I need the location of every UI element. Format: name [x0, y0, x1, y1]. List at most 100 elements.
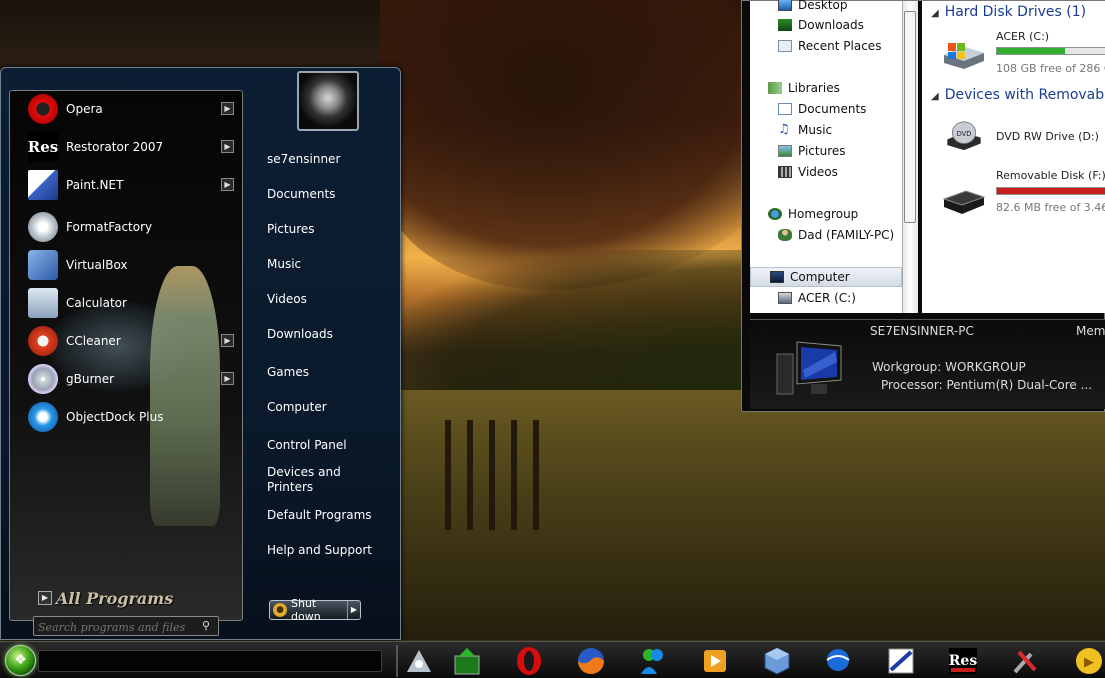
details-pane: SE7ENSINNER-PC Mem Workgroup: WORKGROUP …	[750, 319, 1105, 409]
paintnet-icon	[28, 170, 58, 200]
nav-label: Homegroup	[788, 207, 859, 221]
restorator-icon-text: Res	[27, 138, 59, 156]
place-devices-and-printers[interactable]: Devices and Printers	[267, 465, 341, 495]
collapse-triangle-icon: ◢	[931, 8, 939, 19]
place-default-programs[interactable]: Default Programs	[267, 508, 372, 523]
submenu-arrow-icon[interactable]: ▶	[221, 334, 234, 347]
programs-pane: Opera ▶ Res Restorator 2007 ▶ Paint.NET …	[9, 90, 243, 636]
search-programs-input[interactable]	[33, 616, 219, 636]
program-label: Calculator	[66, 296, 127, 310]
restorator-icon[interactable]: Res	[944, 645, 982, 677]
svg-text:▶: ▶	[1084, 655, 1094, 670]
nav-label: Dad (FAMILY-PC)	[798, 228, 895, 242]
program-ccleaner[interactable]: CCleaner ▶	[28, 323, 234, 359]
all-programs-button[interactable]: ▶ All Programs	[38, 585, 228, 611]
music-icon: ♫	[778, 122, 790, 137]
dvd-drive-icon: DVD	[947, 121, 981, 151]
nav-documents[interactable]: Documents	[778, 102, 866, 116]
user-icon	[778, 229, 792, 241]
opera-icon[interactable]	[510, 645, 548, 677]
paintnet-icon[interactable]	[882, 645, 920, 677]
dvd-icon-text: DVD	[957, 130, 972, 138]
place-computer[interactable]: Computer	[267, 400, 327, 415]
hard-drive-icon	[944, 43, 984, 69]
media-player-icon[interactable]	[696, 645, 734, 677]
program-label: CCleaner	[66, 334, 121, 348]
submenu-arrow-icon[interactable]: ▶	[221, 140, 234, 153]
program-objectdock[interactable]: ObjectDock Plus	[28, 399, 233, 435]
nav-scrollbar-thumb[interactable]	[904, 11, 916, 223]
playstation-icon[interactable]: ▶	[1068, 645, 1105, 677]
program-opera[interactable]: Opera ▶	[28, 91, 234, 127]
drive-usage-fill	[997, 188, 1105, 194]
place-pictures[interactable]: Pictures	[267, 222, 315, 237]
download-manager-icon[interactable]	[448, 645, 486, 677]
nav-libraries[interactable]: Libraries	[768, 81, 840, 95]
program-restorator[interactable]: Res Restorator 2007 ▶	[27, 129, 234, 165]
submenu-arrow-icon[interactable]: ▶	[221, 102, 234, 115]
taskbar-task-area[interactable]	[38, 650, 382, 672]
program-paintnet[interactable]: Paint.NET ▶	[28, 167, 234, 203]
computer-name: SE7ENSINNER-PC	[870, 324, 974, 338]
place-music[interactable]: Music	[267, 257, 301, 272]
nav-pictures[interactable]: Pictures	[778, 144, 846, 158]
shutdown-options-arrow-icon[interactable]: ▶	[347, 601, 360, 619]
drive-free-space: 82.6 MB free of 3.46 G	[996, 201, 1105, 214]
place-user-folder[interactable]: se7ensinner	[267, 152, 340, 167]
firefox-icon[interactable]	[572, 645, 610, 677]
program-calculator[interactable]: Calculator	[28, 285, 233, 321]
drive-usage-fill	[997, 48, 1066, 54]
nav-music[interactable]: ♫ Music	[778, 123, 832, 137]
homegroup-icon	[768, 208, 782, 220]
drive-name: Removable Disk (F:)	[996, 169, 1105, 182]
nav-dad-family-pc[interactable]: Dad (FAMILY-PC)	[778, 228, 894, 242]
nav-label: Documents	[798, 102, 867, 116]
place-games[interactable]: Games	[267, 365, 309, 380]
launcher-icon[interactable]	[400, 645, 438, 677]
drive-icon	[778, 292, 792, 304]
program-label: Paint.NET	[66, 178, 124, 192]
workgroup-label: Workgroup:	[872, 360, 942, 374]
nav-videos[interactable]: Videos	[778, 165, 838, 179]
globe-search-icon[interactable]	[820, 645, 858, 677]
nav-computer[interactable]: Computer	[750, 267, 902, 287]
shutdown-button[interactable]: ● Shut down ▶	[269, 597, 361, 623]
search-icon[interactable]: ⚲	[202, 619, 216, 633]
virtualbox-icon[interactable]	[758, 645, 796, 677]
explorer-window: Desktop Downloads Recent Places Librarie…	[741, 0, 1105, 412]
place-videos[interactable]: Videos	[267, 292, 307, 307]
nav-label: Videos	[798, 165, 838, 179]
place-devices-line2: Printers	[267, 480, 314, 494]
group-hard-disk-drives[interactable]: ◢ Hard Disk Drives (1)	[931, 4, 1086, 20]
nav-label: Recent Places	[798, 39, 882, 53]
collapse-triangle-icon: ◢	[931, 91, 939, 102]
program-formatfactory[interactable]: FormatFactory	[28, 209, 233, 245]
nav-acer-drive[interactable]: ACER (C:)	[778, 291, 856, 305]
submenu-arrow-icon[interactable]: ▶	[221, 372, 234, 385]
nav-desktop[interactable]: Desktop	[778, 0, 848, 12]
libraries-icon	[768, 82, 782, 94]
messenger-icon[interactable]	[634, 645, 672, 677]
nav-recent-places[interactable]: Recent Places	[778, 39, 881, 53]
place-control-panel[interactable]: Control Panel	[267, 438, 347, 453]
group-removable-storage[interactable]: ◢ Devices with Removable	[931, 87, 1105, 103]
place-downloads[interactable]: Downloads	[267, 327, 333, 342]
place-documents[interactable]: Documents	[267, 187, 335, 202]
user-avatar[interactable]	[297, 71, 359, 131]
processor-value: Pentium(R) Dual-Core ...	[946, 378, 1093, 392]
removable-disk-icon	[942, 190, 986, 214]
place-help-and-support[interactable]: Help and Support	[267, 543, 372, 558]
downloads-icon	[778, 19, 792, 31]
wallpaper-tree	[380, 0, 800, 290]
nav-downloads[interactable]: Downloads	[778, 18, 864, 32]
videos-icon	[778, 166, 792, 178]
nav-label: Computer	[790, 270, 850, 284]
program-gburner[interactable]: gBurner ▶	[28, 361, 234, 397]
program-virtualbox[interactable]: VirtualBox	[28, 247, 233, 283]
tools-icon[interactable]	[1006, 645, 1044, 677]
calculator-icon	[28, 288, 58, 318]
workgroup-value: WORKGROUP	[945, 360, 1026, 374]
nav-homegroup[interactable]: Homegroup	[768, 207, 858, 221]
start-button[interactable]: ❖	[5, 645, 36, 676]
submenu-arrow-icon[interactable]: ▶	[221, 178, 234, 191]
